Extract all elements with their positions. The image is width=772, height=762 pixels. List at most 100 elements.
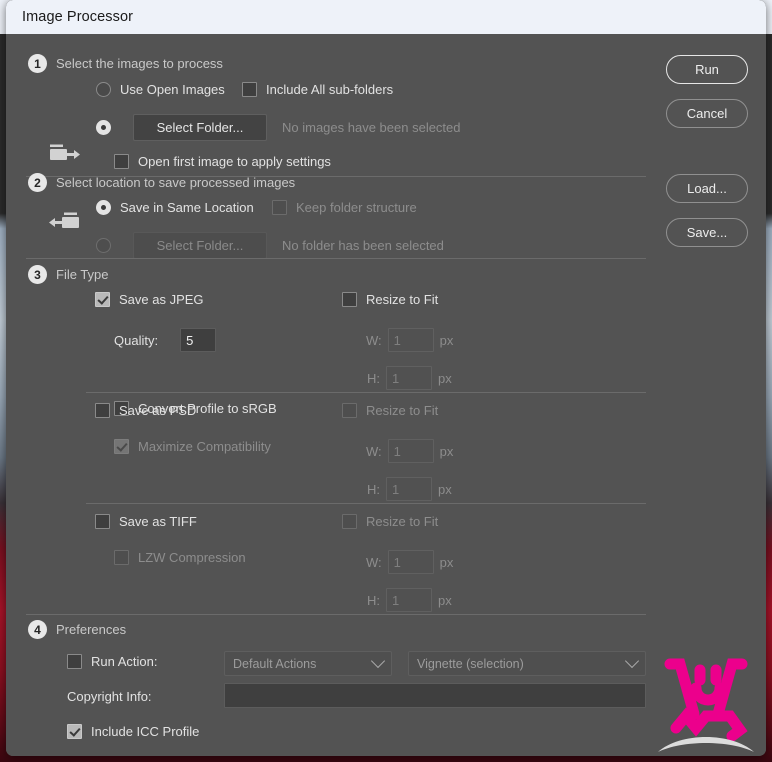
keep-folder-structure-row[interactable]: Keep folder structure — [272, 200, 417, 215]
copyright-info-label: Copyright Info: — [67, 689, 152, 704]
folder-out-icon — [49, 212, 79, 228]
lzw-compression-label: LZW Compression — [138, 550, 246, 565]
select-source-folder-row: Select Folder... No images have been sel… — [96, 114, 461, 141]
lzw-compression-row[interactable]: LZW Compression — [114, 550, 246, 565]
select-folder-button-source[interactable]: Select Folder... — [133, 114, 267, 141]
psd-height-label: H: — [367, 481, 380, 497]
select-folder-radio-dest[interactable] — [96, 238, 111, 253]
maximize-compat-row[interactable]: Maximize Compatibility — [114, 439, 271, 454]
lzw-compression-checkbox[interactable] — [114, 550, 129, 565]
section-4-title: Preferences — [56, 622, 127, 637]
copyright-info-row: Copyright Info: — [67, 689, 152, 704]
jpeg-resize-row[interactable]: Resize to Fit — [342, 292, 438, 307]
tiff-width-unit: px — [439, 554, 454, 570]
open-first-image-checkbox[interactable] — [114, 154, 129, 169]
open-first-image-label: Open first image to apply settings — [138, 154, 331, 169]
chevron-down-icon — [624, 653, 640, 668]
psd-resize-checkbox[interactable] — [342, 403, 357, 418]
select-folder-radio-source[interactable] — [96, 120, 111, 135]
cancel-button[interactable]: Cancel — [666, 99, 748, 128]
jpeg-quality-row: Quality: 5 — [114, 328, 217, 352]
jpeg-resize-label: Resize to Fit — [366, 292, 439, 307]
tiff-resize-row[interactable]: Resize to Fit — [342, 514, 438, 529]
psd-height-row: H: 1 px — [367, 477, 452, 501]
run-action-row[interactable]: Run Action: — [67, 654, 158, 669]
save-as-psd-checkbox[interactable] — [95, 403, 110, 418]
select-folder-button-dest[interactable]: Select Folder... — [133, 232, 267, 259]
save-as-jpeg-label: Save as JPEG — [119, 292, 204, 307]
include-icc-row[interactable]: Include ICC Profile — [67, 724, 199, 739]
keep-folder-structure-label: Keep folder structure — [296, 200, 417, 215]
brand-watermark-logo — [658, 658, 754, 752]
save-same-location-label: Save in Same Location — [120, 200, 254, 215]
copyright-info-input[interactable] — [224, 683, 646, 708]
save-as-jpeg-checkbox[interactable] — [95, 292, 110, 307]
include-icc-checkbox[interactable] — [67, 724, 82, 739]
folder-in-icon — [50, 144, 80, 160]
include-subfolders-checkbox[interactable] — [242, 82, 257, 97]
divider-2 — [26, 258, 646, 259]
dialog-titlebar: Image Processor — [6, 0, 766, 34]
load-button[interactable]: Load... — [666, 174, 748, 203]
section-2-badge: 2 — [28, 173, 47, 192]
save-as-psd-label: Save as PSD — [119, 403, 197, 418]
dest-folder-status: No folder has been selected — [282, 238, 444, 253]
section-4-badge: 4 — [28, 620, 47, 639]
section-3-badge: 3 — [28, 265, 47, 284]
tiff-width-label: W: — [366, 554, 382, 570]
jpeg-width-row: W: 1 px — [366, 328, 453, 352]
tiff-height-input[interactable]: 1 — [386, 588, 432, 612]
keep-folder-structure-checkbox[interactable] — [272, 200, 287, 215]
action-select[interactable]: Vignette (selection) — [408, 651, 646, 676]
save-button[interactable]: Save... — [666, 218, 748, 247]
psd-resize-row[interactable]: Resize to Fit — [342, 403, 438, 418]
use-open-images-row[interactable]: Use Open Images — [96, 82, 225, 97]
psd-height-input[interactable]: 1 — [386, 477, 432, 501]
section-2-header: 2 Select location to save processed imag… — [28, 173, 295, 192]
tiff-height-unit: px — [438, 592, 452, 608]
tiff-width-row: W: 1 px — [366, 550, 453, 574]
divider-psd-tiff — [86, 503, 646, 504]
psd-width-label: W: — [366, 443, 382, 459]
divider-jpeg-psd — [86, 392, 646, 393]
dialog-body: 1 Select the images to process Use Open … — [6, 34, 766, 756]
use-open-images-radio[interactable] — [96, 82, 111, 97]
save-as-jpeg-row[interactable]: Save as JPEG — [95, 292, 204, 307]
jpeg-resize-checkbox[interactable] — [342, 292, 357, 307]
action-value: Vignette (selection) — [417, 656, 524, 671]
save-same-location-row[interactable]: Save in Same Location — [96, 200, 254, 215]
dialog-title: Image Processor — [22, 9, 134, 25]
use-open-images-label: Use Open Images — [120, 82, 225, 97]
run-button[interactable]: Run — [666, 55, 748, 84]
tiff-resize-checkbox[interactable] — [342, 514, 357, 529]
include-subfolders-row[interactable]: Include All sub-folders — [242, 82, 393, 97]
section-1-title: Select the images to process — [56, 56, 223, 71]
jpeg-width-unit: px — [439, 332, 454, 348]
jpeg-height-input[interactable]: 1 — [386, 366, 432, 390]
save-as-psd-row[interactable]: Save as PSD — [95, 403, 196, 418]
tiff-height-label: H: — [367, 592, 380, 608]
dialog-content: 1 Select the images to process Use Open … — [6, 34, 656, 756]
tiff-width-input[interactable]: 1 — [387, 550, 434, 574]
maximize-compatibility-label: Maximize Compatibility — [138, 439, 271, 454]
psd-height-unit: px — [438, 481, 452, 497]
jpeg-quality-label: Quality: — [114, 332, 159, 348]
open-first-image-row[interactable]: Open first image to apply settings — [114, 154, 331, 169]
psd-resize-label: Resize to Fit — [366, 403, 439, 418]
action-set-select[interactable]: Default Actions — [224, 651, 392, 676]
save-same-location-radio[interactable] — [96, 200, 111, 215]
maximize-compatibility-checkbox[interactable] — [114, 439, 129, 454]
run-action-checkbox[interactable] — [67, 654, 82, 669]
save-as-tiff-checkbox[interactable] — [95, 514, 110, 529]
jpeg-quality-input[interactable]: 5 — [180, 328, 217, 352]
include-subfolders-label: Include All sub-folders — [266, 82, 394, 97]
run-action-label: Run Action: — [91, 654, 158, 669]
jpeg-width-input[interactable]: 1 — [387, 328, 434, 352]
action-set-value: Default Actions — [233, 656, 317, 671]
psd-width-input[interactable]: 1 — [387, 439, 434, 463]
source-folder-status: No images have been selected — [282, 120, 461, 135]
select-dest-folder-row: Select Folder... No folder has been sele… — [96, 232, 444, 259]
jpeg-height-row: H: 1 px — [367, 366, 452, 390]
tiff-height-row: H: 1 px — [367, 588, 452, 612]
save-as-tiff-row[interactable]: Save as TIFF — [95, 514, 197, 529]
